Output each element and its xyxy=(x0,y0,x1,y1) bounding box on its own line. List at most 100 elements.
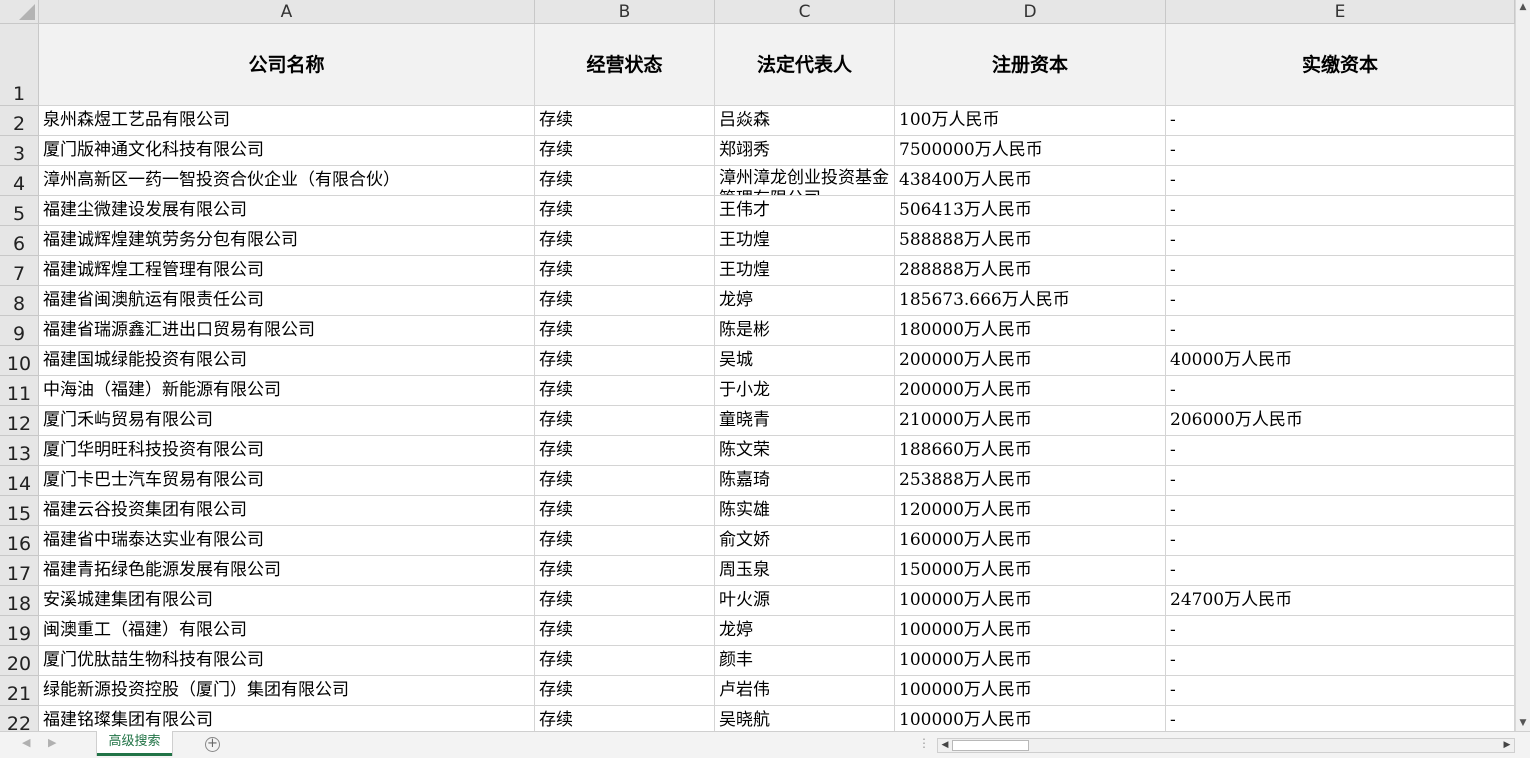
row-header[interactable]: 3 xyxy=(0,136,39,166)
table-cell[interactable]: 福建诚辉煌工程管理有限公司 xyxy=(39,256,535,286)
table-cell[interactable]: 福建省闽澳航运有限责任公司 xyxy=(39,286,535,316)
table-cell[interactable]: 7500000万人民币 xyxy=(895,136,1166,166)
column-header-c[interactable]: C xyxy=(715,0,895,24)
table-cell[interactable]: - xyxy=(1166,556,1515,586)
table-cell[interactable]: - xyxy=(1166,106,1515,136)
table-cell[interactable]: 吕焱森 xyxy=(715,106,895,136)
header-cell-e[interactable]: 实缴资本 xyxy=(1166,24,1515,106)
table-cell[interactable]: 福建诚辉煌建筑劳务分包有限公司 xyxy=(39,226,535,256)
table-cell[interactable]: 存续 xyxy=(535,346,715,376)
row-header[interactable]: 21 xyxy=(0,676,39,706)
table-cell[interactable]: - xyxy=(1166,316,1515,346)
table-cell[interactable]: 王伟才 xyxy=(715,196,895,226)
table-cell[interactable]: 24700万人民币 xyxy=(1166,586,1515,616)
table-cell[interactable]: 120000万人民币 xyxy=(895,496,1166,526)
row-header[interactable]: 15 xyxy=(0,496,39,526)
table-cell[interactable]: 存续 xyxy=(535,586,715,616)
table-cell[interactable]: 安溪城建集团有限公司 xyxy=(39,586,535,616)
table-cell[interactable]: 存续 xyxy=(535,526,715,556)
row-header[interactable]: 14 xyxy=(0,466,39,496)
table-cell[interactable]: 童晓青 xyxy=(715,406,895,436)
sheet-tab-advanced-search[interactable]: 高级搜索 xyxy=(97,731,172,756)
table-cell[interactable]: 存续 xyxy=(535,646,715,676)
table-cell[interactable]: 185673.666万人民币 xyxy=(895,286,1166,316)
table-cell[interactable]: - xyxy=(1166,136,1515,166)
table-cell[interactable]: - xyxy=(1166,376,1515,406)
table-cell[interactable]: 厦门华明旺科技投资有限公司 xyxy=(39,436,535,466)
scroll-up-icon[interactable]: ▲ xyxy=(1516,0,1530,15)
header-cell-d[interactable]: 注册资本 xyxy=(895,24,1166,106)
table-cell[interactable]: 福建省中瑞泰达实业有限公司 xyxy=(39,526,535,556)
table-cell[interactable]: 福建尘微建设发展有限公司 xyxy=(39,196,535,226)
table-cell[interactable]: 存续 xyxy=(535,166,715,196)
table-cell[interactable]: 福建国城绿能投资有限公司 xyxy=(39,346,535,376)
table-cell[interactable]: 100万人民币 xyxy=(895,106,1166,136)
table-cell[interactable]: 存续 xyxy=(535,286,715,316)
table-cell[interactable]: - xyxy=(1166,496,1515,526)
table-cell[interactable]: 288888万人民币 xyxy=(895,256,1166,286)
table-cell[interactable]: 吴城 xyxy=(715,346,895,376)
row-header[interactable]: 10 xyxy=(0,346,39,376)
row-header[interactable]: 16 xyxy=(0,526,39,556)
table-cell[interactable]: 龙婷 xyxy=(715,616,895,646)
table-cell[interactable]: - xyxy=(1166,226,1515,256)
table-cell[interactable]: - xyxy=(1166,256,1515,286)
table-cell[interactable]: 郑翊秀 xyxy=(715,136,895,166)
table-cell[interactable]: 漳州高新区一药一智投资合伙企业（有限合伙） xyxy=(39,166,535,196)
table-cell[interactable]: 180000万人民币 xyxy=(895,316,1166,346)
header-cell-a[interactable]: 公司名称 xyxy=(39,24,535,106)
table-cell[interactable]: 存续 xyxy=(535,376,715,406)
table-cell[interactable]: 颜丰 xyxy=(715,646,895,676)
table-cell[interactable]: 绿能新源投资控股（厦门）集团有限公司 xyxy=(39,676,535,706)
column-header-a[interactable]: A xyxy=(39,0,535,24)
row-header[interactable]: 1 xyxy=(0,24,39,106)
table-cell[interactable]: 588888万人民币 xyxy=(895,226,1166,256)
table-cell[interactable]: 存续 xyxy=(535,556,715,586)
table-cell[interactable]: - xyxy=(1166,526,1515,556)
table-cell[interactable]: - xyxy=(1166,286,1515,316)
row-header[interactable]: 22 xyxy=(0,706,39,731)
table-cell[interactable]: 陈是彬 xyxy=(715,316,895,346)
table-cell[interactable]: 陈实雄 xyxy=(715,496,895,526)
table-cell[interactable]: 闽澳重工（福建）有限公司 xyxy=(39,616,535,646)
table-cell[interactable]: 王功煌 xyxy=(715,256,895,286)
table-cell[interactable]: - xyxy=(1166,436,1515,466)
table-cell[interactable]: 188660万人民币 xyxy=(895,436,1166,466)
column-header-b[interactable]: B xyxy=(535,0,715,24)
table-cell[interactable]: 存续 xyxy=(535,676,715,706)
table-cell[interactable]: 存续 xyxy=(535,406,715,436)
row-header[interactable]: 13 xyxy=(0,436,39,466)
row-header[interactable]: 9 xyxy=(0,316,39,346)
table-cell[interactable]: - xyxy=(1166,196,1515,226)
vertical-scrollbar[interactable]: ▲ ▼ xyxy=(1515,0,1530,731)
table-cell[interactable]: 存续 xyxy=(535,316,715,346)
row-header[interactable]: 5 xyxy=(0,196,39,226)
row-header[interactable]: 4 xyxy=(0,166,39,196)
table-cell[interactable]: 40000万人民币 xyxy=(1166,346,1515,376)
horizontal-scrollbar[interactable]: ◀ ▶ xyxy=(937,738,1515,753)
row-header[interactable]: 12 xyxy=(0,406,39,436)
table-cell[interactable]: 厦门版神通文化科技有限公司 xyxy=(39,136,535,166)
table-cell[interactable]: 100000万人民币 xyxy=(895,706,1166,731)
header-cell-c[interactable]: 法定代表人 xyxy=(715,24,895,106)
table-cell[interactable]: 100000万人民币 xyxy=(895,616,1166,646)
table-cell[interactable]: 王功煌 xyxy=(715,226,895,256)
table-cell[interactable]: 中海油（福建）新能源有限公司 xyxy=(39,376,535,406)
table-cell[interactable]: 福建铭璨集团有限公司 xyxy=(39,706,535,731)
row-header[interactable]: 8 xyxy=(0,286,39,316)
table-cell[interactable]: 吴晓航 xyxy=(715,706,895,731)
table-cell[interactable]: 100000万人民币 xyxy=(895,586,1166,616)
table-cell[interactable]: 210000万人民币 xyxy=(895,406,1166,436)
table-cell[interactable]: 506413万人民币 xyxy=(895,196,1166,226)
table-cell[interactable]: 100000万人民币 xyxy=(895,646,1166,676)
table-cell[interactable]: 存续 xyxy=(535,616,715,646)
table-cell[interactable]: 200000万人民币 xyxy=(895,376,1166,406)
row-header[interactable]: 6 xyxy=(0,226,39,256)
table-cell[interactable]: 龙婷 xyxy=(715,286,895,316)
table-cell[interactable]: 泉州森煜工艺品有限公司 xyxy=(39,106,535,136)
table-cell[interactable]: 存续 xyxy=(535,466,715,496)
table-cell[interactable]: 206000万人民币 xyxy=(1166,406,1515,436)
table-cell[interactable]: 100000万人民币 xyxy=(895,676,1166,706)
table-cell[interactable]: 存续 xyxy=(535,196,715,226)
next-sheet-icon[interactable]: ▶ xyxy=(48,736,56,749)
